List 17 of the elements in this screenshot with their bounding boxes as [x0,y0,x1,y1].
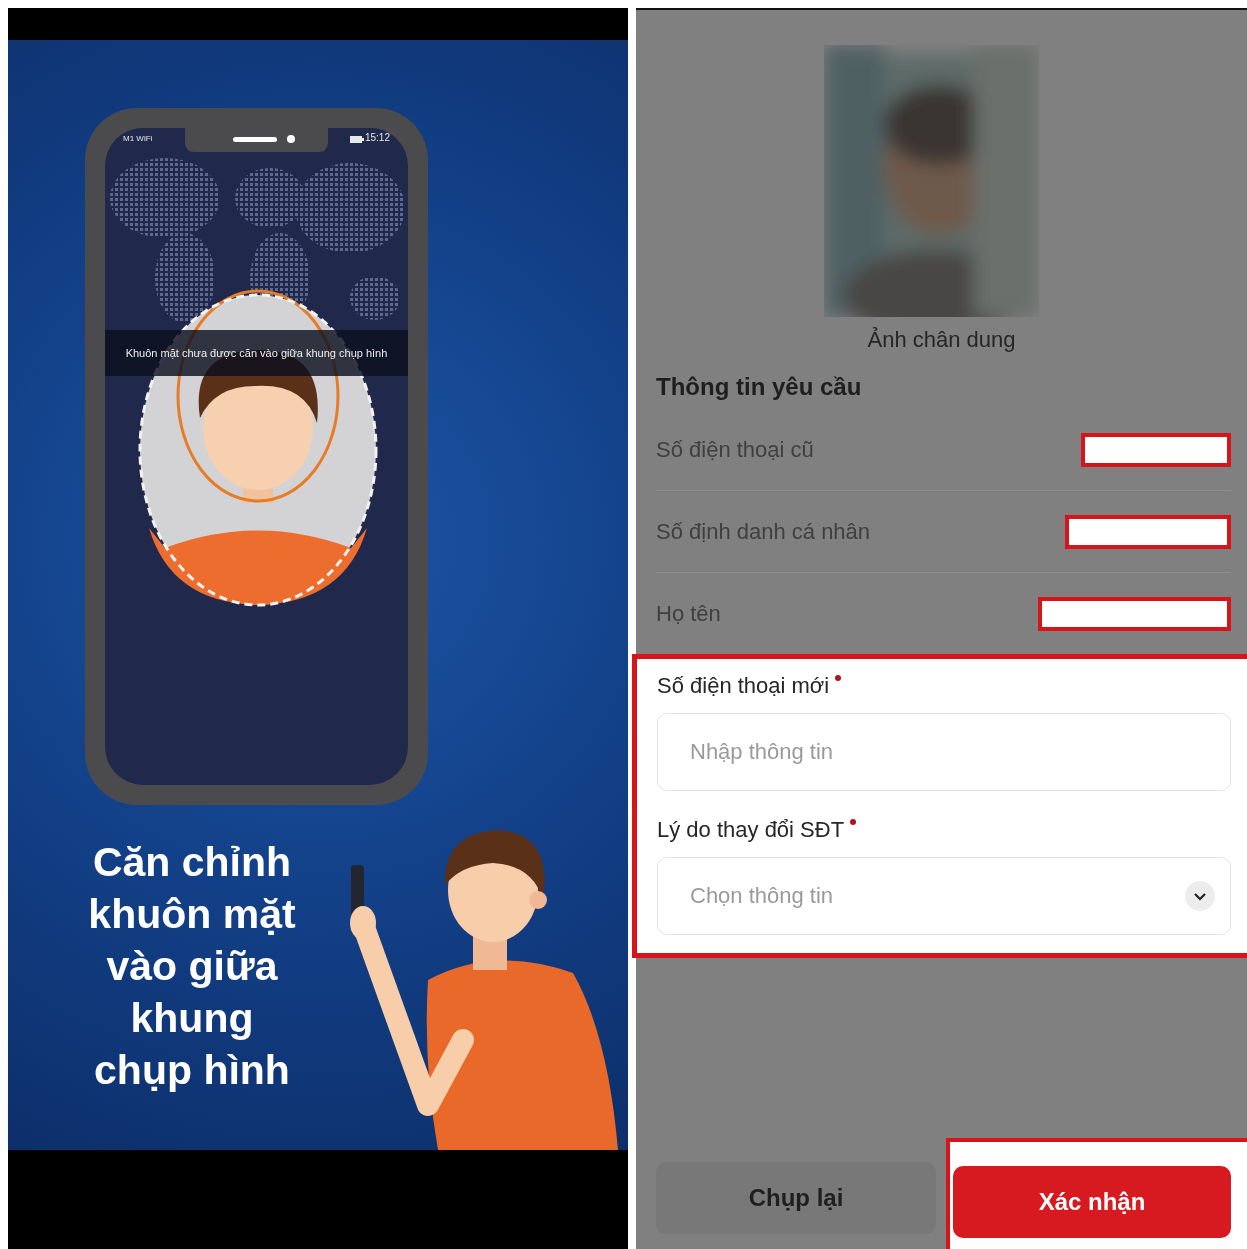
confirm-button[interactable]: Xác nhận [953,1166,1231,1238]
hint-text: Khuôn mặt chưa được căn vào giữa khung chụp hình [105,330,408,376]
chevron-down-icon [1185,881,1215,911]
field-label: Lý do thay đổi SĐT [657,817,845,843]
reason-dropdown[interactable]: Chọn thông tin [657,857,1231,935]
retake-button[interactable]: Chụp lại [656,1162,936,1234]
clock-label: 15:12 [364,132,390,143]
field-label: Số điện thoại mới [657,673,830,699]
instruction-title: Căn chỉnh khuôn mặt vào giữa khung chụp hình [87,838,297,1095]
section-title: Thông tin yêu cầu [656,373,863,401]
field-label: Họ tên [656,600,721,627]
field-label: Số điện thoại cũ [656,436,814,463]
field-label: Số định danh cá nhân [656,518,871,545]
phone-input-field[interactable]: Nhập thông tin [657,713,1231,791]
carrier-label: M1 WiFi [123,134,153,143]
portrait-caption: Ảnh chân dung [866,327,1017,353]
battery-icon [350,136,364,143]
